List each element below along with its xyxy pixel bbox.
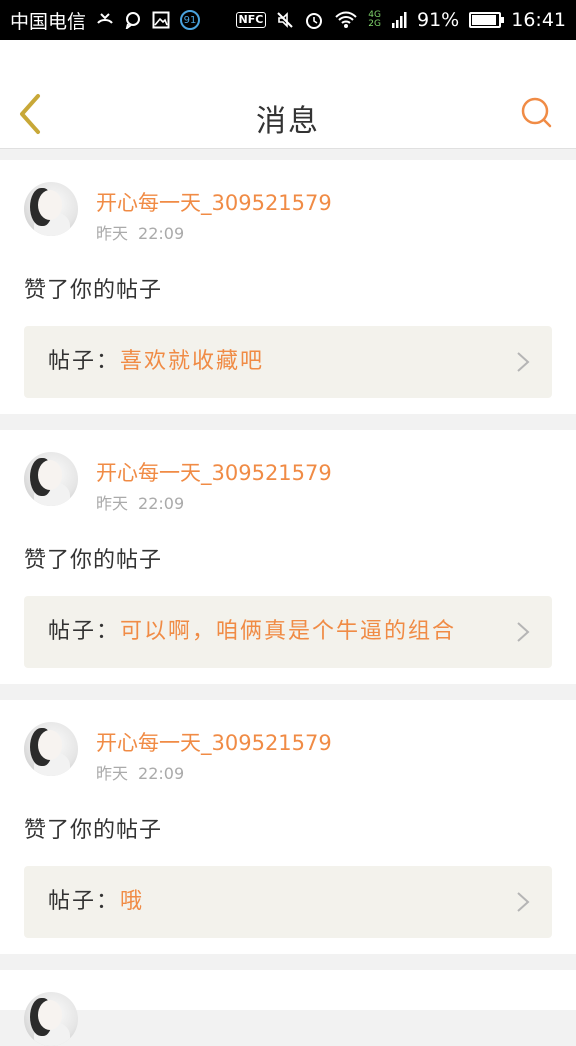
timestamp-time: 22:09 xyxy=(138,494,185,513)
message-meta: 开心每一天_309521579 昨天 22:09 xyxy=(96,190,552,254)
timestamp: 昨天 22:09 xyxy=(96,764,552,784)
post-label: 帖子： xyxy=(48,349,121,374)
action-text: 赞了你的帖子 xyxy=(24,548,163,573)
username-link[interactable]: 开心每一天_309521579 xyxy=(96,730,552,756)
signal-icon xyxy=(391,11,407,29)
page-title: 消息 xyxy=(256,104,320,139)
post-title: 哦 xyxy=(120,889,145,914)
username-link[interactable]: 开心每一天_309521579 xyxy=(96,190,552,216)
status-bar-left: 中国电信 91 xyxy=(10,7,201,34)
avatar[interactable] xyxy=(24,992,78,1046)
avatar[interactable] xyxy=(24,182,78,236)
mute-icon xyxy=(276,11,294,29)
message-card-partial xyxy=(0,970,576,1046)
badge-icon: 91 xyxy=(180,10,201,30)
action-text: 赞了你的帖子 xyxy=(24,818,163,843)
status-bar: 中国电信 91 NFC 4G 2G 91% 16:41 xyxy=(0,0,576,40)
battery-icon xyxy=(469,12,505,28)
battery-fill xyxy=(472,15,496,25)
post-link[interactable]: 帖子：哦 xyxy=(24,866,552,938)
chevron-right-icon xyxy=(517,352,530,372)
message-meta: 开心每一天_309521579 昨天 22:09 xyxy=(96,460,552,524)
timestamp: 昨天 22:09 xyxy=(96,224,552,244)
timestamp-time: 22:09 xyxy=(138,224,185,243)
post-title: 喜欢就收藏吧 xyxy=(120,349,265,374)
wifi-icon xyxy=(334,11,358,29)
battery-percent: 91% xyxy=(417,9,460,31)
nfc-icon: NFC xyxy=(235,12,267,28)
message-meta: 开心每一天_309521579 昨天 22:09 xyxy=(96,730,552,794)
timestamp: 昨天 22:09 xyxy=(96,494,552,514)
timestamp-day: 昨天 xyxy=(96,494,129,513)
clock-time: 16:41 xyxy=(511,9,566,31)
message-card: 开心每一天_309521579 昨天 22:09 赞了你的帖子 帖子：哦 xyxy=(0,700,576,954)
avatar[interactable] xyxy=(24,722,78,776)
status-bar-right: NFC 4G 2G 91% 16:41 xyxy=(235,9,566,31)
chat-bubble-icon xyxy=(124,11,142,29)
post-link[interactable]: 帖子：喜欢就收藏吧 xyxy=(24,326,552,398)
chevron-right-icon xyxy=(517,892,530,912)
app-header: 消息 xyxy=(0,40,576,149)
post-title: 可以啊，咱俩真是个牛逼的组合 xyxy=(120,619,457,644)
timestamp-day: 昨天 xyxy=(96,764,129,783)
message-list: 开心每一天_309521579 昨天 22:09 赞了你的帖子 帖子：喜欢就收藏吧… xyxy=(0,160,576,1046)
message-card: 开心每一天_309521579 昨天 22:09 赞了你的帖子 帖子：喜欢就收藏吧 xyxy=(0,160,576,414)
image-icon xyxy=(152,11,170,29)
post-link[interactable]: 帖子：可以啊，咱俩真是个牛逼的组合 xyxy=(24,596,552,668)
network-2g-label: 2G xyxy=(368,19,381,29)
missed-call-icon xyxy=(96,11,114,29)
alarm-icon xyxy=(304,10,324,30)
search-button[interactable] xyxy=(520,96,554,130)
action-text: 赞了你的帖子 xyxy=(24,278,163,303)
post-label: 帖子： xyxy=(48,889,121,914)
network-type-indicator: 4G 2G xyxy=(368,11,381,29)
carrier-name: 中国电信 xyxy=(10,10,87,33)
username-link[interactable]: 开心每一天_309521579 xyxy=(96,460,552,486)
post-label: 帖子： xyxy=(48,619,121,644)
timestamp-day: 昨天 xyxy=(96,224,129,243)
timestamp-time: 22:09 xyxy=(138,764,185,783)
chevron-right-icon xyxy=(517,622,530,642)
avatar[interactable] xyxy=(24,452,78,506)
message-card: 开心每一天_309521579 昨天 22:09 赞了你的帖子 帖子：可以啊，咱俩… xyxy=(0,430,576,684)
search-icon xyxy=(521,97,552,128)
